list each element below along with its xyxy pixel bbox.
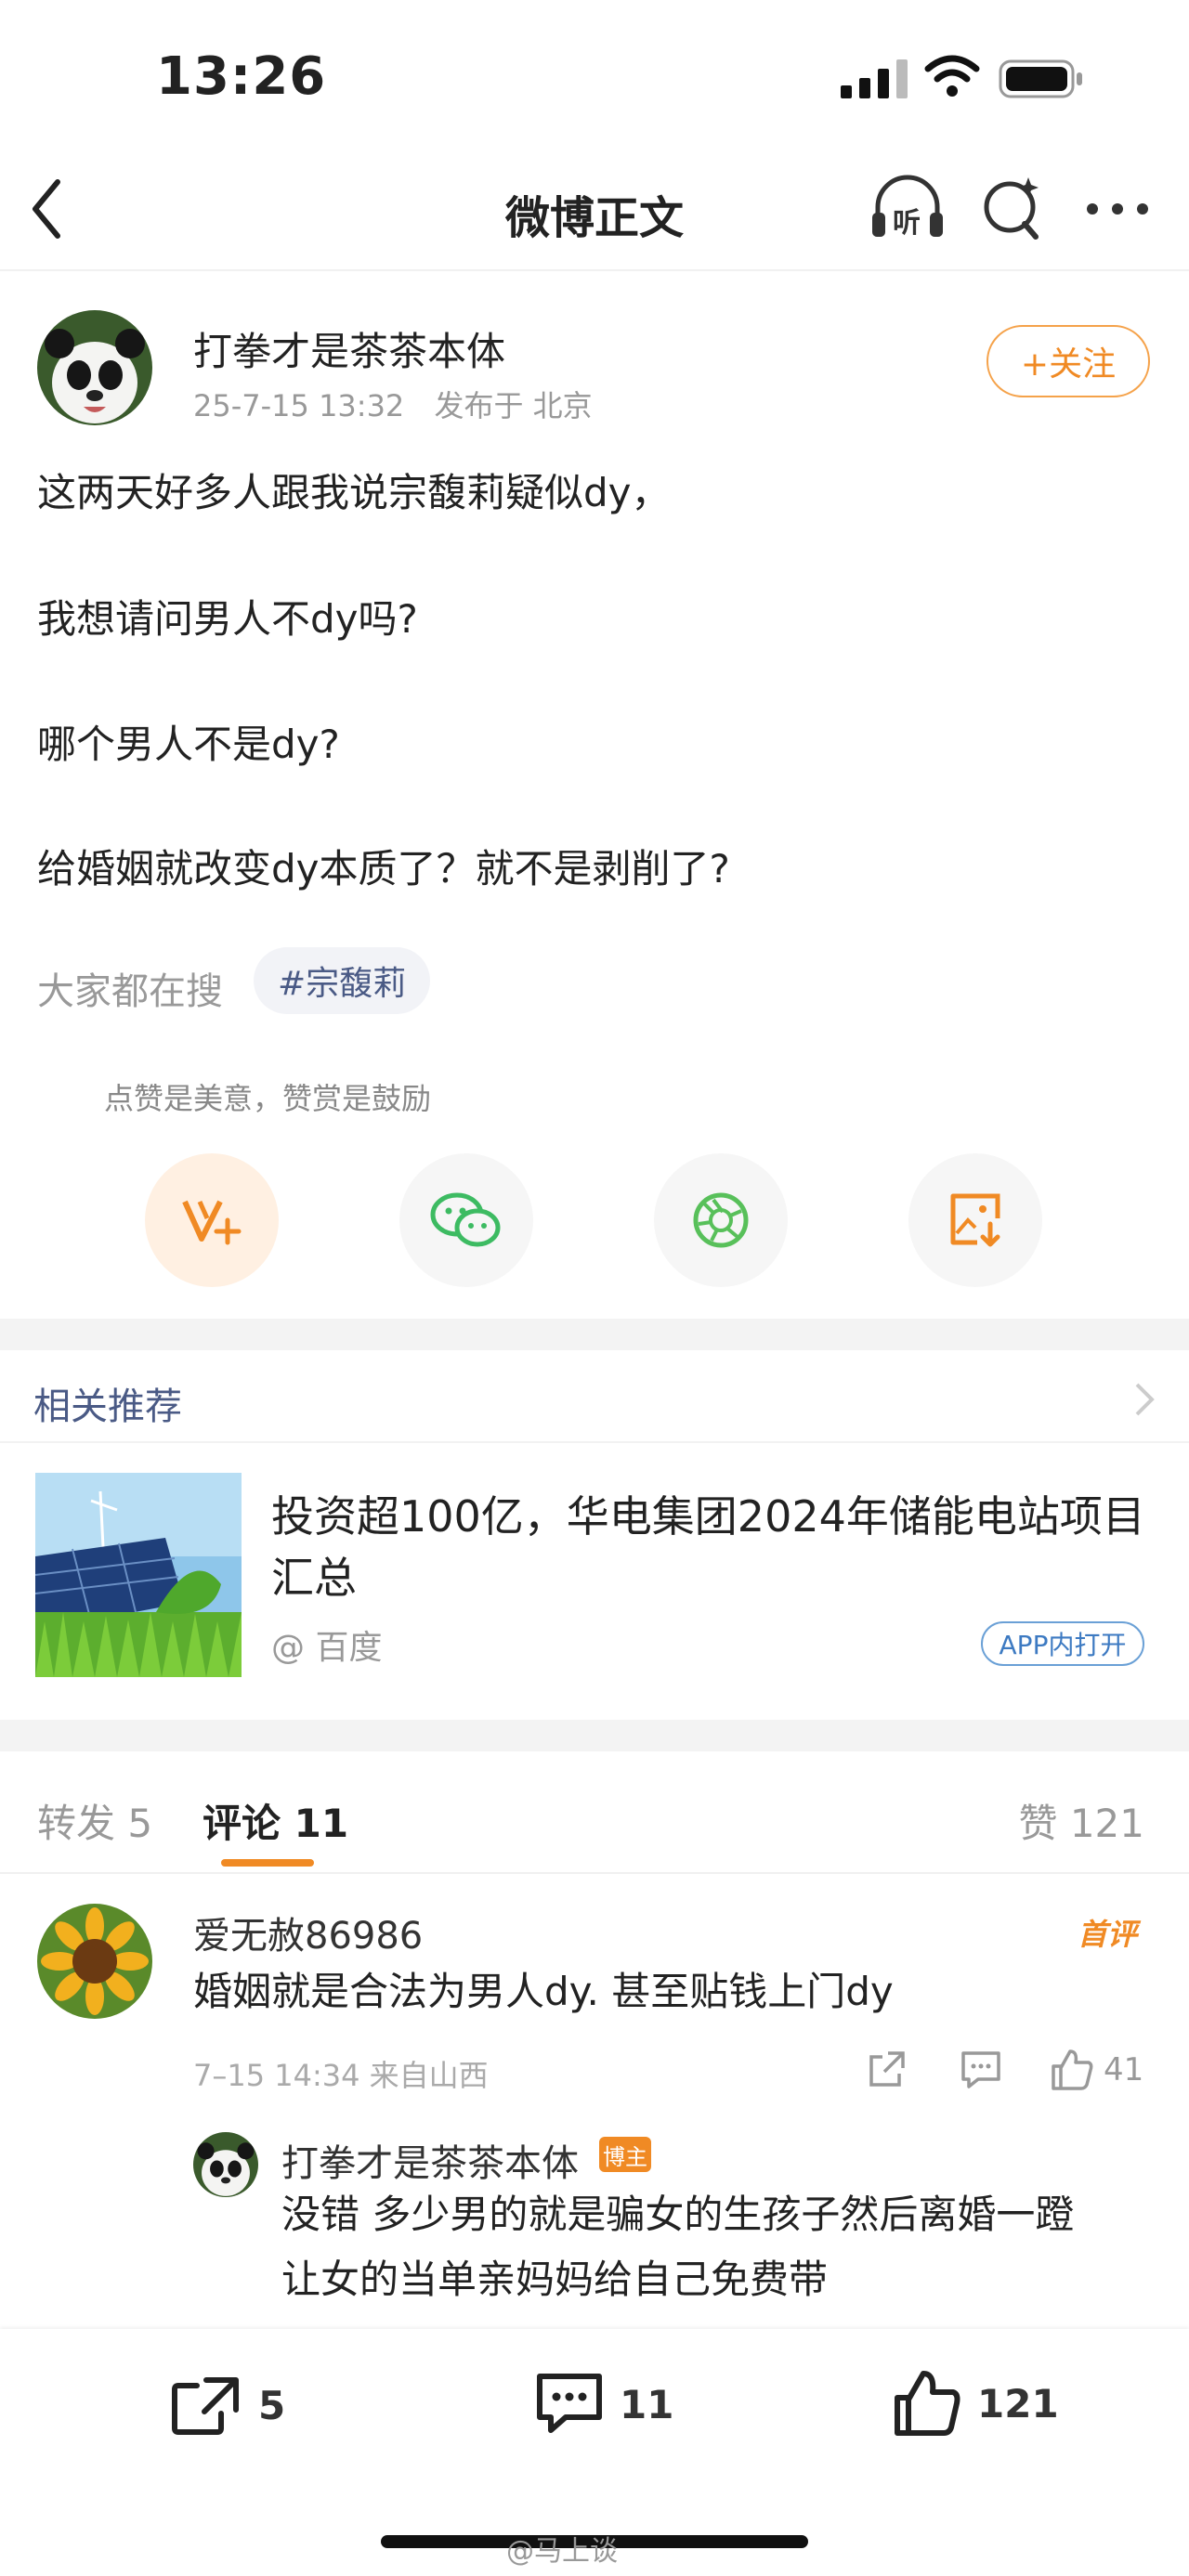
comment-like-count: 41 <box>1104 2051 1144 2088</box>
share-wechat-button[interactable] <box>399 1153 533 1287</box>
bottom-comment-button[interactable]: 11 <box>534 2371 673 2438</box>
chevron-right-icon[interactable] <box>1133 1381 1156 1418</box>
reward-tip: 点赞是美意，赞赏是鼓励 <box>104 1081 432 1116</box>
host-badge: 博主 <box>599 2137 651 2172</box>
bottom-like-button[interactable]: 121 <box>892 2368 1059 2439</box>
repost-icon <box>172 2377 239 2435</box>
ai-search-icon[interactable] <box>980 172 1045 241</box>
repost-comment-icon[interactable] <box>866 2049 907 2090</box>
tab-repost[interactable]: 转发 5 <box>37 1792 152 1849</box>
follow-button[interactable]: +关注 <box>986 325 1150 397</box>
listen-button[interactable]: 听 <box>869 170 947 244</box>
commenter-avatar[interactable] <box>37 1904 152 2019</box>
recommend-title: 相关推荐 <box>33 1386 182 1428</box>
commenter-name[interactable]: 爱无赦86986 <box>193 1906 423 1959</box>
hot-search-label: 大家都在搜 <box>37 970 223 1013</box>
comment-like-button[interactable]: 41 <box>1050 2048 1143 2092</box>
thumbs-up-icon <box>1052 2049 1093 2090</box>
recommend-headline[interactable]: 投资超100亿，华电集团2024年储能电站项目汇总 <box>271 1486 1163 1608</box>
post-line: 我想请问男人不dy吗? <box>37 596 418 642</box>
wechat-icon <box>430 1192 501 1247</box>
author-name[interactable]: 打拳才是茶茶本体 <box>193 320 505 377</box>
author-avatar[interactable] <box>37 310 152 425</box>
share-moments-button[interactable] <box>654 1153 788 1287</box>
reply-icon[interactable] <box>960 2049 1002 2090</box>
more-icon[interactable] <box>1085 190 1150 228</box>
post-line: 哪个男人不是dy? <box>37 722 340 767</box>
moments-icon <box>693 1192 749 1248</box>
bottom-repost-count: 5 <box>258 2382 286 2428</box>
reply-text-line: 没错 多少男的就是骗女的生孩子然后离婚一蹬 <box>281 2192 1075 2237</box>
cellular-signal-icon <box>841 59 908 98</box>
status-time: 13:26 <box>156 46 327 107</box>
post-line: 给婚姻就改变dy本质了？就不是剥削了? <box>37 846 730 891</box>
recommend-source: @ 百度 <box>271 1629 383 1667</box>
reply-author-name[interactable]: 打拳才是茶茶本体 <box>281 2133 579 2187</box>
first-comment-badge: 首评 <box>1078 1917 1138 1952</box>
reply-avatar[interactable] <box>193 2132 258 2197</box>
post-location: 发布于 北京 <box>434 388 593 423</box>
battery-icon <box>999 59 1082 98</box>
post-time: 25-7-15 13:32 <box>193 388 405 423</box>
section-gap <box>0 1319 1189 1350</box>
bottom-like-count: 121 <box>977 2380 1059 2426</box>
reply-text-line: 让女的当单亲妈妈给自己免费带 <box>281 2257 829 2302</box>
tab-divider <box>0 1872 1189 1874</box>
recommend-divider <box>0 1441 1189 1443</box>
open-in-app-button[interactable]: APP内打开 <box>981 1621 1144 1666</box>
nav-divider <box>0 269 1189 271</box>
save-image-icon <box>950 1193 1000 1247</box>
bottom-repost-button[interactable]: 5 <box>169 2373 285 2438</box>
comment-icon <box>537 2374 602 2433</box>
comment-meta: 7–15 14:34 来自山西 <box>193 2058 489 2093</box>
recommend-thumbnail[interactable] <box>35 1473 242 1677</box>
comment-text: 婚姻就是合法为男人dy. 甚至贴钱上门dy <box>193 1969 894 2014</box>
tab-comments[interactable]: 评论 11 <box>203 1792 348 1849</box>
thumbs-up-icon <box>895 2371 960 2436</box>
post-meta: 25-7-15 13:32 发布于 北京 <box>193 383 593 425</box>
wifi-icon <box>924 55 980 97</box>
reward-icon <box>182 1200 242 1245</box>
hot-search-tag[interactable]: #宗馥莉 <box>254 947 431 1014</box>
active-tab-indicator <box>221 1859 314 1867</box>
section-gap <box>0 1720 1189 1751</box>
bottom-comment-count: 11 <box>620 2381 674 2427</box>
save-image-button[interactable] <box>908 1153 1042 1287</box>
reward-button[interactable] <box>145 1153 279 1287</box>
watermark: @马上谈 <box>506 2535 618 2568</box>
listen-label: 听 <box>893 207 921 240</box>
post-line: 这两天好多人跟我说宗馥莉疑似dy， <box>37 470 671 515</box>
tab-likes[interactable]: 赞 121 <box>1018 1792 1144 1849</box>
